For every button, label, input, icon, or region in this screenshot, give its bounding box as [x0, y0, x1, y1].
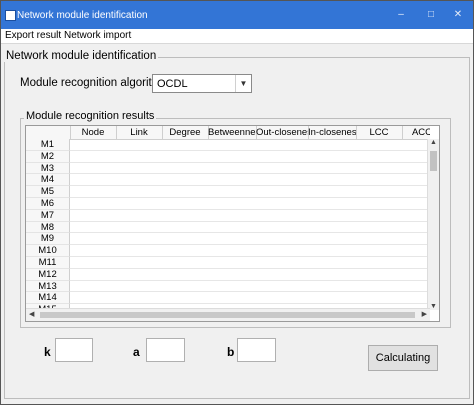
- column-header-lcc[interactable]: LCC: [356, 126, 403, 139]
- row-header[interactable]: M2: [26, 150, 70, 163]
- k-input[interactable]: [55, 338, 93, 362]
- table-row[interactable]: [70, 292, 430, 305]
- scroll-right-arrow-icon[interactable]: ▶: [422, 310, 427, 318]
- title-bar: Network module identification – □ ✕: [1, 1, 473, 29]
- column-header-degree[interactable]: Degree: [162, 126, 209, 139]
- results-table[interactable]: Node Link Degree Betweenness Out-closene…: [25, 125, 440, 322]
- table-row[interactable]: [70, 281, 430, 293]
- row-header[interactable]: M4: [26, 174, 70, 187]
- column-header-link[interactable]: Link: [116, 126, 163, 139]
- table-row[interactable]: [70, 257, 430, 269]
- horizontal-scroll-thumb[interactable]: [40, 312, 415, 318]
- minimize-button[interactable]: –: [390, 7, 412, 23]
- row-header[interactable]: M9: [26, 233, 70, 246]
- table-row[interactable]: [70, 245, 430, 257]
- vertical-scroll-thumb[interactable]: [430, 151, 437, 171]
- table-row[interactable]: [70, 198, 430, 210]
- b-label: b: [227, 345, 235, 359]
- column-header-out-closeness[interactable]: Out-closeness: [256, 126, 309, 139]
- row-header[interactable]: M1: [26, 139, 70, 151]
- horizontal-scrollbar[interactable]: ◀ ▶: [26, 308, 430, 321]
- row-header[interactable]: M7: [26, 209, 70, 222]
- row-header[interactable]: M8: [26, 221, 70, 234]
- maximize-button[interactable]: □: [420, 7, 442, 23]
- algorithm-selected-value: OCDL: [157, 78, 188, 90]
- calculate-button[interactable]: Calculating: [368, 345, 438, 371]
- table-row[interactable]: [70, 174, 430, 187]
- column-header-in-closeness[interactable]: In-closeness: [308, 126, 357, 139]
- column-header-acc[interactable]: ACC: [402, 126, 430, 139]
- b-input[interactable]: [237, 338, 276, 362]
- table-row[interactable]: [70, 210, 430, 222]
- table-row[interactable]: [70, 233, 430, 246]
- table-row[interactable]: [70, 222, 430, 234]
- results-panel-title: Module recognition results: [24, 110, 157, 122]
- row-header[interactable]: M6: [26, 198, 70, 210]
- table-row[interactable]: [70, 151, 430, 163]
- table-row[interactable]: [70, 269, 430, 281]
- a-input[interactable]: [146, 338, 185, 362]
- table-row[interactable]: [70, 186, 430, 198]
- app-icon: [5, 10, 16, 21]
- table-row[interactable]: [70, 163, 430, 175]
- row-header[interactable]: M3: [26, 162, 70, 175]
- menu-network-import[interactable]: Network import: [64, 30, 131, 41]
- row-header[interactable]: M11: [26, 257, 70, 269]
- row-header[interactable]: M10: [26, 245, 70, 257]
- row-header[interactable]: M14: [26, 292, 70, 305]
- k-label: k: [44, 345, 51, 359]
- vertical-scrollbar[interactable]: ▲ ▼: [427, 139, 439, 310]
- row-header[interactable]: M5: [26, 186, 70, 198]
- column-header-betweenness[interactable]: Betweenness: [208, 126, 257, 139]
- scroll-left-arrow-icon[interactable]: ◀: [29, 310, 34, 318]
- window-title: Network module identification: [17, 10, 148, 21]
- menu-bar: Export result Network import: [1, 29, 473, 44]
- scroll-up-arrow-icon[interactable]: ▲: [428, 139, 439, 146]
- row-header[interactable]: M12: [26, 268, 70, 281]
- row-header[interactable]: M13: [26, 280, 70, 293]
- algorithm-label: Module recognition algorithm: [20, 77, 168, 89]
- column-header-row: Node Link Degree Betweenness Out-closene…: [26, 126, 430, 140]
- panel-title: Network module identification: [4, 50, 159, 62]
- chevron-down-icon[interactable]: ▼: [235, 75, 251, 92]
- menu-export-result[interactable]: Export result: [5, 30, 61, 41]
- column-header-node[interactable]: Node: [70, 126, 117, 139]
- table-row[interactable]: [70, 139, 430, 151]
- close-button[interactable]: ✕: [447, 7, 469, 23]
- algorithm-select[interactable]: OCDL ▼: [152, 74, 252, 93]
- column-header-corner: [26, 126, 71, 139]
- a-label: a: [133, 345, 140, 359]
